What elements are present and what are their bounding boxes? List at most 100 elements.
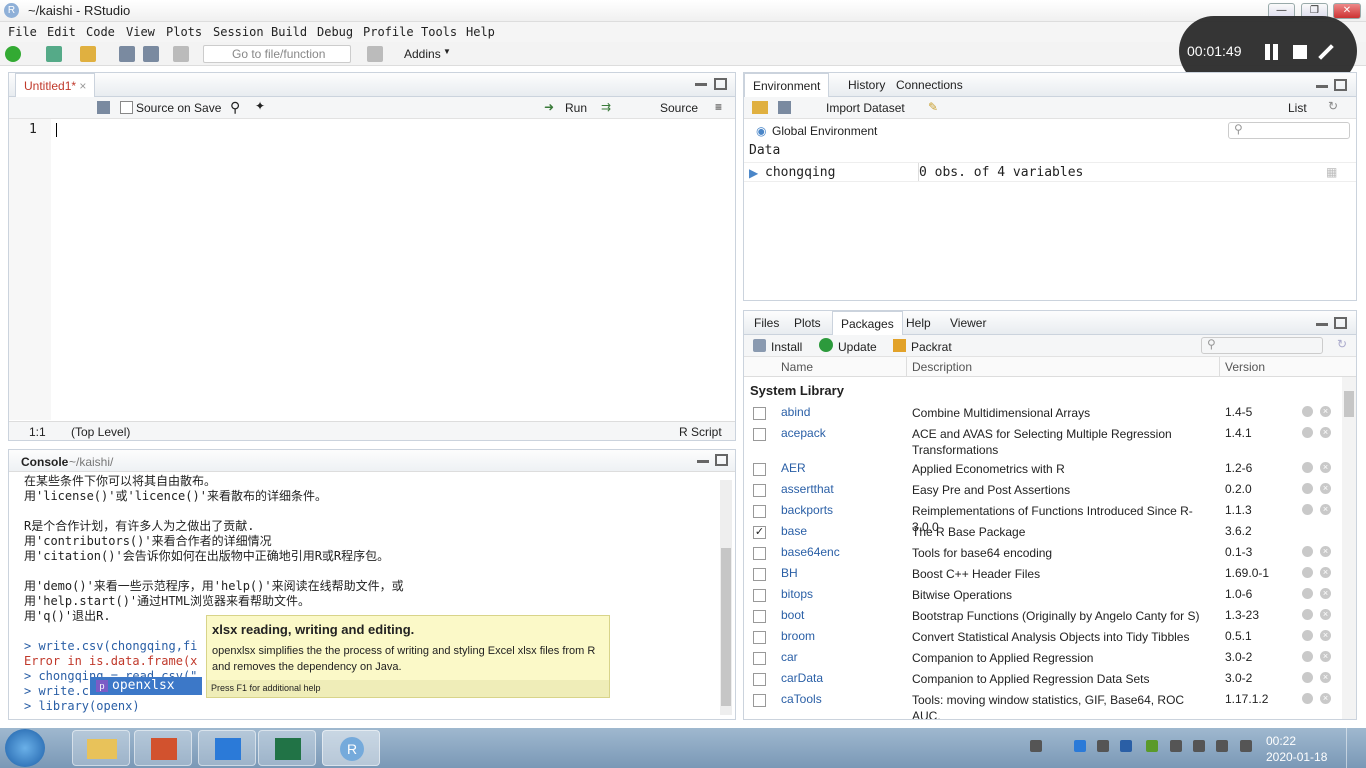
tab-connections[interactable]: Connections [888, 73, 971, 97]
package-name-link[interactable]: bitops [781, 587, 813, 601]
clock-time[interactable]: 00:22 [1266, 734, 1296, 748]
package-row[interactable]: abind Combine Multidimensional Arrays 1.4-… [744, 403, 1340, 424]
remove-icon[interactable]: × [1320, 588, 1331, 599]
rerun-icon[interactable]: ⇉ [601, 100, 611, 114]
code-editor[interactable] [51, 119, 735, 420]
tab-packages[interactable]: Packages [832, 311, 903, 335]
network-tray-icon[interactable] [1240, 740, 1252, 752]
package-row[interactable]: caTools Tools: moving window statistics, … [744, 690, 1340, 719]
menu-build[interactable]: Build [271, 25, 307, 39]
explorer-taskbar-icon[interactable] [72, 730, 130, 766]
filetype-selector[interactable]: R Script [679, 425, 722, 439]
package-checkbox[interactable] [753, 610, 766, 623]
tab-plots[interactable]: Plots [786, 311, 829, 335]
globe-icon[interactable] [1302, 609, 1313, 620]
menu-file[interactable]: File [8, 25, 37, 39]
refresh-icon[interactable]: ↻ [1337, 337, 1347, 351]
remove-icon[interactable]: × [1320, 567, 1331, 578]
grid-layout-icon[interactable] [367, 46, 383, 62]
package-row[interactable]: carData Companion to Applied Regression D… [744, 669, 1340, 690]
powerpoint-taskbar-icon[interactable] [134, 730, 192, 766]
goto-file-input[interactable]: Go to file/function [203, 45, 351, 63]
header-name[interactable]: Name [781, 360, 813, 374]
package-row[interactable]: BH Boost C++ Header Files 1.69.0-1 × [744, 564, 1340, 585]
close-button[interactable]: ✕ [1333, 3, 1361, 19]
package-name-link[interactable]: carData [781, 671, 823, 685]
package-row[interactable]: backports Reimplementations of Functions … [744, 501, 1340, 534]
remove-icon[interactable]: × [1320, 406, 1331, 417]
outline-icon[interactable]: ≡ [715, 100, 722, 114]
tab-history[interactable]: History [840, 73, 893, 97]
package-checkbox[interactable] [753, 673, 766, 686]
packages-search-input[interactable]: ⚲ [1201, 337, 1323, 354]
tab-viewer[interactable]: Viewer [942, 311, 994, 335]
save-icon[interactable] [97, 101, 110, 114]
menu-view[interactable]: View [126, 25, 155, 39]
tab-environment[interactable]: Environment [744, 73, 830, 97]
header-version[interactable]: Version [1225, 360, 1265, 374]
load-workspace-icon[interactable] [752, 101, 768, 114]
minimize-pane-icon[interactable] [1316, 85, 1328, 88]
import-dataset-button[interactable]: Import Dataset [826, 101, 905, 115]
tab-untitled1[interactable]: Untitled1* × [15, 73, 96, 97]
package-name-link[interactable]: backports [781, 503, 833, 517]
menu-code[interactable]: Code [86, 25, 115, 39]
package-row[interactable]: base64enc Tools for base64 encoding 0.1-3 × [744, 543, 1340, 564]
package-checkbox[interactable] [753, 631, 766, 644]
maximize-pane-icon[interactable] [1334, 79, 1347, 91]
package-row[interactable]: acepack ACE and AVAS for Selecting Multip… [744, 424, 1340, 461]
package-checkbox[interactable] [753, 407, 766, 420]
globe-icon[interactable] [1302, 651, 1313, 662]
remove-icon[interactable]: × [1320, 462, 1331, 473]
package-checkbox[interactable] [753, 589, 766, 602]
package-name-link[interactable]: AER [781, 461, 806, 475]
globe-icon[interactable] [1302, 672, 1313, 683]
package-row[interactable]: car Companion to Applied Regression 3.0-2 × [744, 648, 1340, 669]
package-row[interactable]: bitops Bitwise Operations 1.0-6 × [744, 585, 1340, 606]
install-button[interactable]: Install [771, 340, 802, 354]
scrollbar-thumb[interactable] [1344, 391, 1354, 417]
source-on-save-checkbox[interactable] [120, 101, 133, 114]
maximize-pane-icon[interactable] [715, 454, 728, 466]
tab-files[interactable]: Files [746, 311, 787, 335]
video-recorder-taskbar-icon[interactable] [198, 730, 256, 766]
globe-icon[interactable] [1302, 693, 1313, 704]
table-view-icon[interactable]: ▦ [1326, 165, 1337, 179]
broom-icon[interactable]: ✎ [928, 100, 938, 114]
package-name-link[interactable]: BH [781, 566, 798, 580]
new-project-icon[interactable] [46, 46, 62, 62]
bluetooth-tray-icon[interactable] [1120, 740, 1132, 752]
start-button[interactable] [5, 729, 45, 767]
update-button[interactable]: Update [838, 340, 877, 354]
menu-edit[interactable]: Edit [47, 25, 76, 39]
remove-icon[interactable]: × [1320, 609, 1331, 620]
remove-icon[interactable]: × [1320, 483, 1331, 494]
package-row[interactable]: broom Convert Statistical Analysis Object… [744, 627, 1340, 648]
package-name-link[interactable]: car [781, 650, 798, 664]
menu-plots[interactable]: Plots [166, 25, 202, 39]
tab-help[interactable]: Help [898, 311, 939, 335]
search-icon[interactable]: ⚲ [230, 99, 240, 116]
globe-icon[interactable] [1302, 462, 1313, 473]
keyboard-tray-icon[interactable] [1030, 740, 1042, 752]
maximize-pane-icon[interactable] [714, 78, 727, 90]
menu-tools[interactable]: Tools [421, 25, 457, 39]
save-workspace-icon[interactable] [778, 101, 791, 114]
package-checkbox[interactable] [753, 428, 766, 441]
package-checkbox[interactable] [753, 694, 766, 707]
environment-search-input[interactable]: ⚲ [1228, 122, 1350, 139]
header-description[interactable]: Description [912, 360, 972, 374]
clock-date[interactable]: 2020-01-18 [1266, 750, 1327, 764]
minimize-pane-icon[interactable] [1316, 323, 1328, 326]
run-button[interactable]: Run [565, 101, 587, 115]
close-icon[interactable]: × [79, 79, 86, 93]
package-row[interactable]: boot Bootstrap Functions (Originally by A… [744, 606, 1340, 627]
package-checkbox[interactable] [753, 505, 766, 518]
magic-wand-icon[interactable]: ✦ [255, 99, 265, 113]
package-name-link[interactable]: broom [781, 629, 815, 643]
globe-icon[interactable] [1302, 630, 1313, 641]
view-mode-selector[interactable]: List [1288, 101, 1307, 115]
globe-icon[interactable] [1302, 483, 1313, 494]
package-checkbox[interactable]: ✓ [753, 526, 766, 539]
package-name-link[interactable]: assertthat [781, 482, 834, 496]
